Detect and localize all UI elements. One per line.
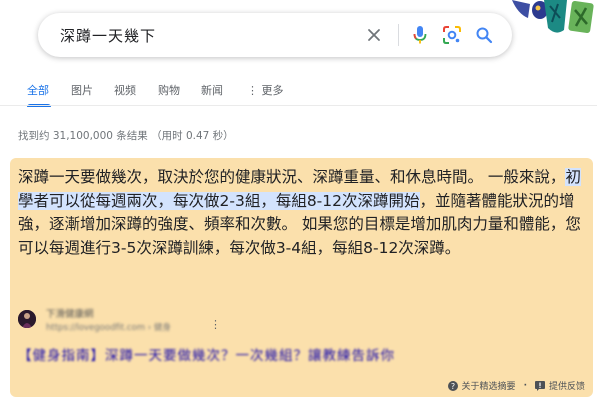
tab-all[interactable]: 全部 [27, 82, 49, 98]
search-box[interactable]: 深蹲一天幾下 [38, 13, 512, 57]
doodle-image[interactable] [512, 0, 597, 40]
source-url: https://lovegoodfit.com › 健身 [46, 323, 171, 333]
search-divider [398, 24, 399, 46]
tab-more-label: 更多 [261, 84, 284, 97]
snippet-text: 深蹲一天要做幾次，取決於您的健康狀況、深蹲重量、和休息時間。 一般來說，初學者可… [18, 166, 586, 260]
search-icon[interactable] [472, 23, 496, 47]
tab-shopping[interactable]: 购物 [158, 82, 180, 98]
snippet-text-before: 深蹲一天要做幾次，取決於您的健康狀況、深蹲重量、和休息時間。 一般來說， [18, 168, 566, 186]
featured-snippet: 深蹲一天要做幾次，取決於您的健康狀況、深蹲重量、和休息時間。 一般來說，初學者可… [10, 158, 593, 397]
help-icon: ? [447, 380, 458, 391]
source-more-icon[interactable]: ⋮ [210, 318, 221, 331]
source-name: 下滑健康網 [46, 309, 94, 320]
more-vert-icon: ⋮ [247, 84, 262, 97]
feedback-icon [534, 380, 545, 391]
source-favicon-icon [18, 310, 36, 328]
svg-text:?: ? [450, 382, 454, 391]
tab-news[interactable]: 新闻 [201, 82, 223, 98]
snippet-result-link[interactable]: 【健身指南】深蹲一天要做幾次？一次幾組？讓教練告訴你 [18, 344, 395, 364]
feedback-link[interactable]: 提供反馈 [549, 379, 585, 392]
tab-videos[interactable]: 视频 [114, 82, 136, 98]
footer-separator: · [523, 380, 527, 391]
tab-more[interactable]: ⋮ 更多 [247, 82, 284, 98]
search-input[interactable]: 深蹲一天幾下 [60, 25, 156, 46]
about-snippets-link[interactable]: 关于精选摘要 [462, 379, 516, 392]
result-stats: 找到约 31,100,000 条结果 （用时 0.47 秒） [18, 130, 234, 142]
tab-images[interactable]: 图片 [71, 82, 93, 98]
snippet-footer: ? 关于精选摘要 · 提供反馈 [447, 379, 585, 392]
clear-icon[interactable] [362, 23, 386, 47]
tabs-divider [0, 105, 597, 106]
mic-icon[interactable] [408, 23, 432, 47]
lens-icon[interactable] [440, 23, 464, 47]
